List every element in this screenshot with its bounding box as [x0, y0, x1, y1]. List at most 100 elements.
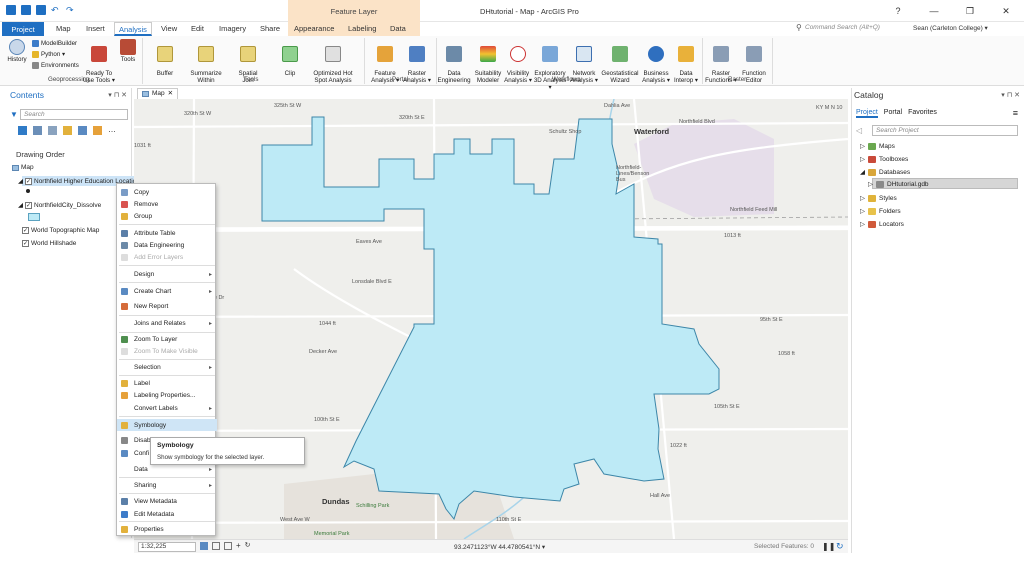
close-button[interactable]: ✕: [988, 0, 1024, 22]
undo-icon[interactable]: ↶: [51, 5, 61, 15]
menu-item-group[interactable]: Group: [117, 210, 217, 222]
map-view[interactable]: 320th St W 320th St E 325th St W Northfi…: [134, 99, 848, 539]
rotation-icon[interactable]: [224, 542, 232, 550]
map-view-tab[interactable]: Map ✕: [137, 88, 179, 99]
menu-item-attribute-table[interactable]: Attribute Table: [117, 227, 217, 239]
layer-visibility-checkbox[interactable]: ✓: [25, 201, 32, 209]
menu-item-zoom-to-layer[interactable]: Zoom To Layer: [117, 333, 217, 345]
menu-item-design[interactable]: Design ▸: [117, 268, 217, 280]
tab-share[interactable]: Share: [260, 24, 280, 33]
layer-map[interactable]: Map: [12, 164, 34, 171]
catalog-tab-favorites[interactable]: Favorites: [908, 109, 937, 118]
menu-item-view-metadata[interactable]: View Metadata: [117, 495, 217, 507]
layer-world-topographic[interactable]: ✓ World Topographic Map: [22, 227, 99, 234]
expand-icon[interactable]: ◢: [18, 177, 23, 185]
tab-labeling[interactable]: Labeling: [348, 24, 376, 33]
fixed-zoom-icon[interactable]: [200, 542, 208, 550]
close-icon[interactable]: ✕: [168, 89, 173, 99]
menu-item-data-engineering[interactable]: Data Engineering: [117, 239, 217, 251]
save-icon[interactable]: [36, 5, 46, 15]
catalog-item-styles[interactable]: ▷ Styles: [860, 194, 897, 202]
filter-icon[interactable]: ▼: [10, 110, 18, 119]
python-button[interactable]: Python ▾: [32, 51, 65, 58]
catalog-item-databases[interactable]: ◢ Databases: [860, 168, 910, 176]
tab-view[interactable]: View: [161, 24, 177, 33]
menu-item-selection[interactable]: Selection ▸: [117, 361, 217, 373]
catalog-tab-project[interactable]: Project: [856, 109, 878, 118]
list-by-editing-icon[interactable]: [63, 126, 72, 135]
tab-data[interactable]: Data: [390, 24, 406, 33]
menu-item-copy[interactable]: Copy: [117, 186, 217, 198]
tab-map[interactable]: Map: [56, 24, 71, 33]
command-search-input[interactable]: Command Search (Alt+Q): [805, 24, 880, 31]
polygon-symbol-swatch[interactable]: [28, 213, 40, 221]
new-project-icon[interactable]: [6, 5, 16, 15]
grid-icon[interactable]: [212, 542, 220, 550]
help-button[interactable]: ?: [880, 0, 916, 22]
expand-icon[interactable]: ◢: [18, 201, 23, 209]
list-by-source-icon[interactable]: [33, 126, 42, 135]
open-icon[interactable]: [21, 5, 31, 15]
menu-item-remove[interactable]: Remove: [117, 198, 217, 210]
menu-item-create-chart[interactable]: Create Chart ▸: [117, 285, 217, 297]
scale-selector[interactable]: 1:32,225: [138, 542, 196, 552]
catalog-tab-portal[interactable]: Portal: [884, 109, 902, 118]
contents-search-input[interactable]: Search: [20, 109, 128, 120]
tools-button[interactable]: Tools: [118, 39, 138, 63]
maximize-button[interactable]: ❐: [952, 0, 988, 22]
menu-item-properties[interactable]: Properties: [117, 523, 217, 535]
menu-item-symbology[interactable]: Symbology: [117, 419, 217, 431]
menu-icon[interactable]: ≡: [1013, 108, 1018, 118]
menu-item-convert-labels[interactable]: Convert Labels ▸: [117, 402, 217, 414]
menu-item-labeling-properties[interactable]: Labeling Properties...: [117, 389, 217, 401]
menu-item-edit-metadata[interactable]: Edit Metadata: [117, 508, 217, 520]
exploratory-3d-button[interactable]: Exploratory 3D Analysis ▾: [532, 39, 568, 91]
add-icon[interactable]: +: [236, 542, 241, 550]
buffer-button[interactable]: Buffer: [150, 39, 180, 77]
tab-analysis[interactable]: Analysis: [114, 22, 152, 36]
catalog-item-toolboxes[interactable]: ▷ Toolboxes: [860, 155, 908, 163]
layer-visibility-checkbox[interactable]: ✓: [22, 227, 29, 234]
coordinates-readout[interactable]: 93.2471123°W 44.4780541°N ▾: [454, 543, 545, 551]
tab-project[interactable]: Project: [2, 22, 44, 36]
catalog-item-maps[interactable]: ▷ Maps: [860, 142, 895, 150]
redo-icon[interactable]: ↷: [66, 5, 76, 15]
visibility-analysis-button[interactable]: Visibility Analysis ▾: [504, 39, 532, 84]
expand-icon[interactable]: ▷: [868, 180, 873, 188]
layer-visibility-checkbox[interactable]: ✓: [22, 240, 29, 247]
expand-icon[interactable]: ▷: [860, 207, 865, 215]
menu-item-sharing[interactable]: Sharing ▸: [117, 479, 217, 491]
menu-item-new-report[interactable]: New Report: [117, 300, 217, 312]
layer-world-hillshade[interactable]: ✓ World Hillshade: [22, 240, 76, 247]
tab-insert[interactable]: Insert: [86, 24, 105, 33]
pane-controls[interactable]: ▾ ⊓ ✕: [108, 91, 127, 99]
layer-visibility-checkbox[interactable]: ✓: [25, 177, 32, 185]
menu-item-joins-and-relates[interactable]: Joins and Relates ▸: [117, 317, 217, 329]
menu-item-label[interactable]: Label: [117, 377, 217, 389]
list-by-drawing-order-icon[interactable]: [18, 126, 27, 135]
minimize-button[interactable]: —: [916, 0, 952, 22]
user-account[interactable]: Sean (Carleton College) ▾: [913, 24, 988, 32]
summarize-within-button[interactable]: Summarize Within: [188, 39, 224, 84]
more-icon[interactable]: …: [108, 126, 117, 135]
layer-northfield-city[interactable]: ◢ ✓ NorthfieldCity_Dissolve: [18, 201, 101, 209]
expand-icon[interactable]: ◢: [860, 168, 865, 176]
refresh-icon[interactable]: ↻: [836, 541, 844, 552]
geostatistical-wizard-button[interactable]: Geostatistical Wizard: [600, 39, 640, 84]
back-icon[interactable]: ◁: [856, 126, 862, 135]
suitability-modeler-button[interactable]: Suitability Modeler: [472, 39, 504, 84]
map-canvas[interactable]: [134, 99, 848, 539]
navigate-icon[interactable]: ↻: [245, 542, 251, 550]
list-by-snapping-icon[interactable]: [78, 126, 87, 135]
pane-controls[interactable]: ▾ ⊓ ✕: [1001, 91, 1020, 99]
catalog-item-folders[interactable]: ▷ Folders: [860, 207, 901, 215]
expand-icon[interactable]: ▷: [860, 155, 865, 163]
expand-icon[interactable]: ▷: [860, 220, 865, 228]
history-button[interactable]: History: [6, 39, 28, 63]
catalog-item-dhtutorial-gdb[interactable]: ▷ DHtutorial.gdb: [868, 180, 929, 188]
data-interop-button[interactable]: Data Interop ▾: [672, 39, 700, 84]
list-by-labeling-icon[interactable]: [93, 126, 102, 135]
expand-icon[interactable]: ▷: [860, 142, 865, 150]
optimized-hot-spot-button[interactable]: Optimized Hot Spot Analysis: [310, 39, 356, 84]
catalog-item-locators[interactable]: ▷ Locators: [860, 220, 904, 228]
